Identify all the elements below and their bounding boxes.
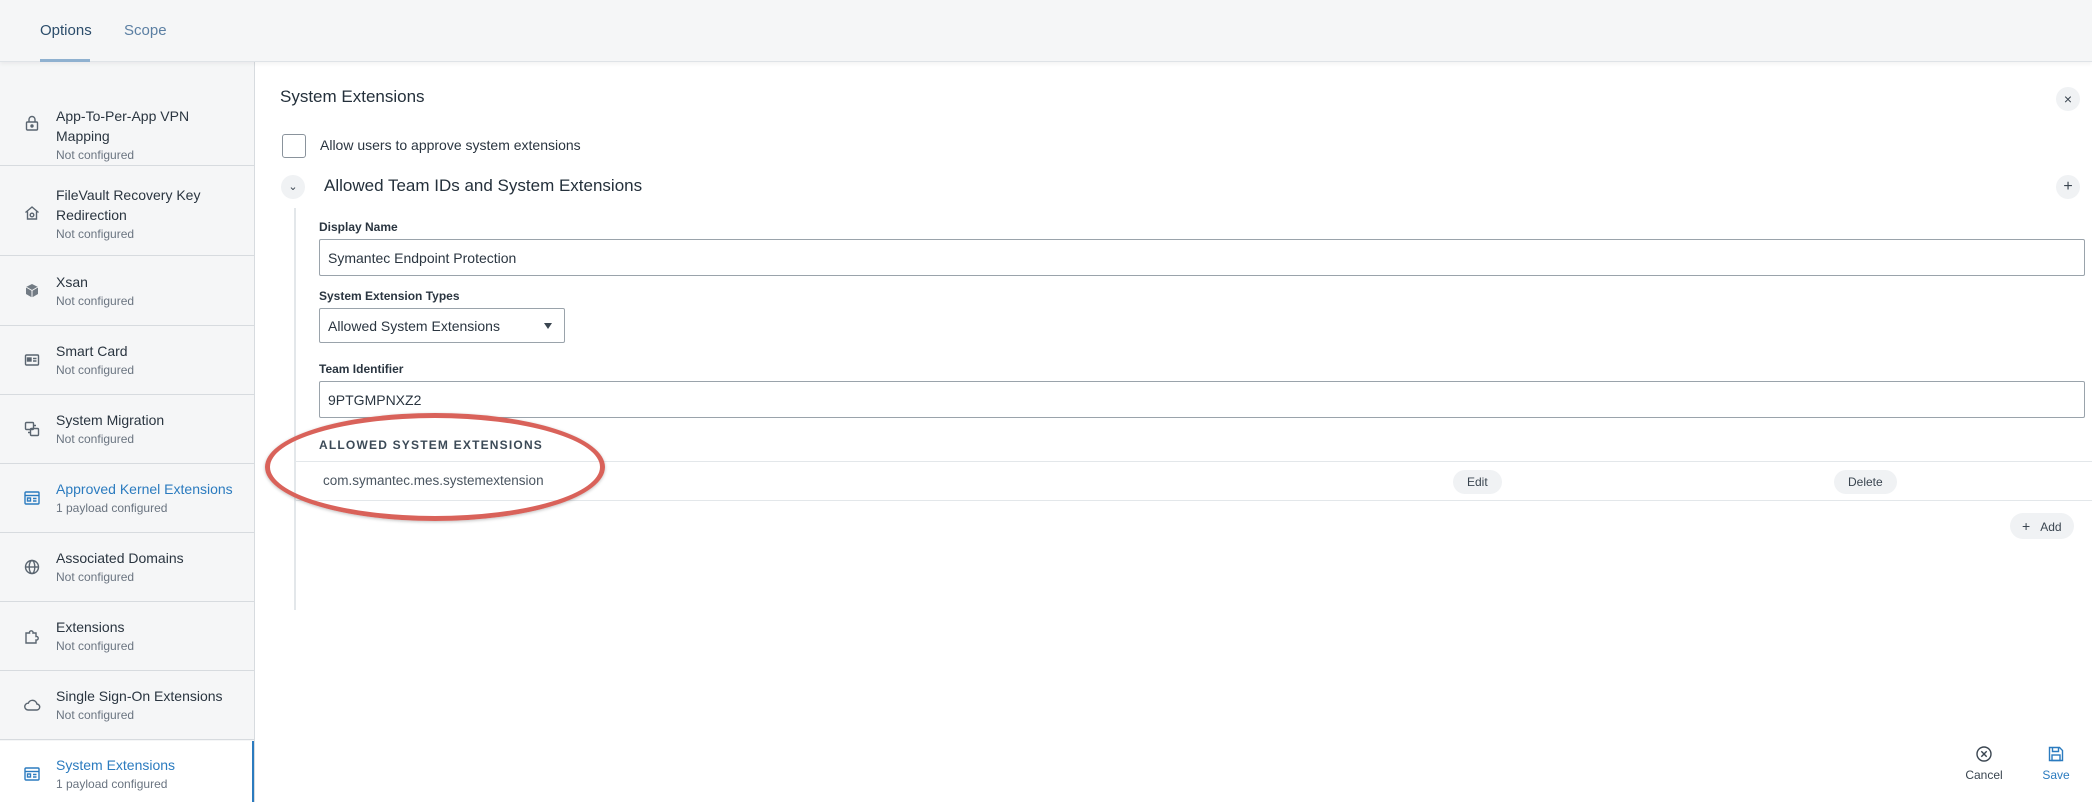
sidebar-item-associated-domains[interactable]: Associated Domains Not configured bbox=[0, 534, 254, 602]
sidebar-item-title: Smart Card bbox=[56, 343, 128, 359]
sidebar-item-system-migration[interactable]: System Migration Not configured bbox=[0, 396, 254, 464]
close-icon: × bbox=[2063, 91, 2073, 107]
section-indent-line bbox=[294, 208, 296, 610]
sidebar-item-subtitle: Not configured bbox=[56, 708, 135, 722]
ext-types-select[interactable]: Allowed System Extensions bbox=[319, 308, 565, 343]
cancel-label: Cancel bbox=[1965, 768, 2003, 782]
add-label: Add bbox=[2040, 520, 2062, 534]
sidebar-item-subtitle: Not configured bbox=[56, 639, 135, 653]
sidebar-item-title: FileVault Recovery Key Redirection bbox=[56, 187, 201, 223]
extension-window-icon bbox=[23, 765, 41, 783]
sidebar-item-title: Xsan bbox=[56, 274, 88, 290]
extension-window-icon bbox=[23, 489, 41, 507]
app: Options Scope App-To-Per-App VPN Mapping… bbox=[0, 0, 2092, 802]
allow-users-checkbox[interactable] bbox=[282, 134, 306, 158]
ext-types-value: Allowed System Extensions bbox=[328, 318, 500, 334]
plus-icon: + bbox=[2022, 518, 2031, 534]
sidebar-item-title: Approved Kernel Extensions bbox=[56, 481, 233, 497]
sidebar-item-subtitle: Not configured bbox=[56, 363, 135, 377]
plus-icon: + bbox=[2063, 178, 2073, 195]
house-icon bbox=[23, 204, 41, 222]
sidebar-item-subtitle: Not configured bbox=[56, 432, 135, 446]
sidebar-item-filevault-recovery[interactable]: FileVault Recovery Key Redirection Not c… bbox=[0, 167, 254, 256]
display-name-label: Display Name bbox=[319, 220, 398, 234]
section-title: Allowed Team IDs and System Extensions bbox=[324, 176, 643, 195]
add-extension-button[interactable]: + Add bbox=[2010, 513, 2074, 539]
sidebar-item-title: Associated Domains bbox=[56, 550, 184, 566]
top-tab-bar: Options Scope bbox=[0, 0, 2092, 62]
sidebar-item-subtitle: Not configured bbox=[56, 570, 135, 584]
team-id-label: Team Identifier bbox=[319, 362, 404, 376]
save-disk-icon bbox=[2047, 745, 2065, 763]
save-label: Save bbox=[2042, 768, 2070, 782]
sidebar-item-title: System Migration bbox=[56, 412, 165, 428]
sidebar-item-subtitle: 1 payload configured bbox=[56, 777, 168, 791]
display-name-field[interactable] bbox=[319, 239, 2085, 276]
sidebar-item-subtitle: Not configured bbox=[56, 148, 135, 162]
cancel-circle-icon bbox=[1975, 745, 1993, 763]
cube-icon bbox=[23, 282, 41, 300]
main-panel: System Extensions × Allow users to appro… bbox=[256, 62, 2092, 802]
puzzle-icon bbox=[23, 627, 41, 645]
sidebar-item-title: Extensions bbox=[56, 619, 125, 635]
sidebar-item-app-to-per-app-vpn[interactable]: App-To-Per-App VPN Mapping Not configure… bbox=[0, 76, 254, 166]
migration-icon bbox=[23, 420, 41, 438]
tab-scope[interactable]: Scope bbox=[124, 0, 167, 62]
table-row: com.symantec.mes.systemextension Edit De… bbox=[296, 461, 2092, 501]
sidebar-item-single-sign-on-extensions[interactable]: Single Sign-On Extensions Not configured bbox=[0, 672, 254, 740]
allow-users-label: Allow users to approve system extensions bbox=[320, 137, 581, 153]
chevron-down-icon: ⌄ bbox=[288, 181, 298, 193]
team-id-field[interactable] bbox=[319, 381, 2085, 418]
close-button[interactable]: × bbox=[2056, 87, 2080, 111]
cancel-button[interactable]: Cancel bbox=[1954, 745, 2014, 782]
ext-types-label: System Extension Types bbox=[319, 289, 460, 303]
cloud-icon bbox=[23, 696, 41, 714]
sidebar-item-smart-card[interactable]: Smart Card Not configured bbox=[0, 327, 254, 395]
save-button[interactable]: Save bbox=[2026, 745, 2086, 782]
collapse-section-button[interactable]: ⌄ bbox=[281, 175, 305, 199]
sidebar-item-subtitle: Not configured bbox=[56, 227, 135, 241]
delete-button[interactable]: Delete bbox=[1834, 470, 1897, 494]
caret-down-icon bbox=[544, 323, 552, 329]
extension-identifier: com.symantec.mes.systemextension bbox=[323, 473, 544, 488]
sidebar: App-To-Per-App VPN Mapping Not configure… bbox=[0, 62, 255, 802]
add-team-id-button[interactable]: + bbox=[2056, 175, 2080, 199]
edit-button[interactable]: Edit bbox=[1453, 470, 1502, 494]
sidebar-item-title: Single Sign-On Extensions bbox=[56, 688, 223, 704]
page-title: System Extensions bbox=[280, 87, 425, 106]
sidebar-item-subtitle: Not configured bbox=[56, 294, 135, 308]
sidebar-item-title: App-To-Per-App VPN Mapping bbox=[56, 108, 190, 144]
globe-icon bbox=[23, 558, 41, 576]
sidebar-item-approved-kernel-extensions[interactable]: Approved Kernel Extensions 1 payload con… bbox=[0, 465, 254, 533]
allowed-extensions-header: ALLOWED SYSTEM EXTENSIONS bbox=[319, 438, 544, 452]
sidebar-item-xsan[interactable]: Xsan Not configured bbox=[0, 257, 254, 326]
sidebar-item-system-extensions[interactable]: System Extensions 1 payload configured bbox=[0, 741, 254, 802]
sidebar-item-extensions[interactable]: Extensions Not configured bbox=[0, 603, 254, 671]
tab-options[interactable]: Options bbox=[40, 0, 92, 62]
card-reader-icon bbox=[23, 351, 41, 369]
sidebar-item-title: System Extensions bbox=[56, 757, 176, 773]
lock-icon bbox=[23, 114, 41, 132]
sidebar-item-subtitle: 1 payload configured bbox=[56, 501, 168, 515]
